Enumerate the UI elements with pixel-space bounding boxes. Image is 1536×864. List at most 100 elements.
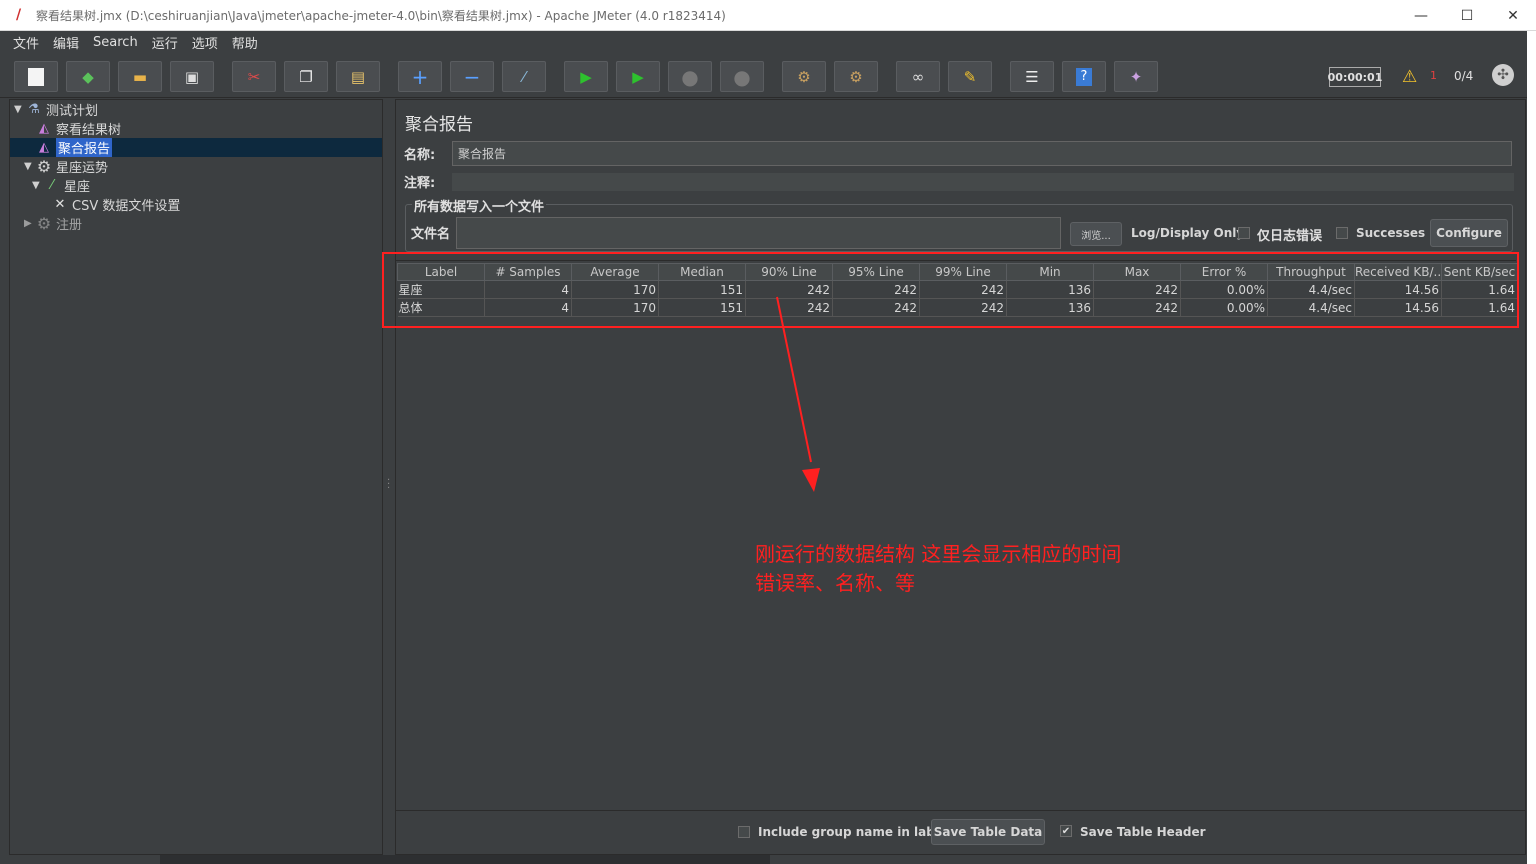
tree-item-view-results-tree[interactable]: ◭ 察看结果树 [36,119,121,138]
expanded-arrow-icon[interactable]: ▼ [32,180,44,191]
tree-item-csv-config[interactable]: ✕ CSV 数据文件设置 [52,195,181,214]
results-table-area: Label # Samples Average Median 90% Line … [396,260,1518,808]
errors-only-label: 仅日志错误 [1257,229,1323,244]
copy-icon: ❐ [299,67,313,86]
toggle-button[interactable]: ⁄ [502,61,546,92]
graph-icon: ◭ [39,121,49,136]
tree-item-aggregate-report[interactable]: ◭ 聚合报告 [36,138,113,157]
include-group-label: Include group name in label? [758,825,955,839]
warning-icon[interactable]: ⚠ [1402,67,1417,87]
filename-input[interactable] [456,217,1061,249]
window-frame-edge [1527,31,1536,864]
reset-search-icon: ✎ [963,67,977,86]
paste-button[interactable]: ▤ [336,61,380,92]
browse-button[interactable]: 浏览... [1070,222,1122,246]
expand-button[interactable]: + [398,61,442,92]
remote-icon: ✦ [1129,67,1143,86]
new-icon [28,67,44,86]
tree-item-thread-group[interactable]: ▼ ⚙ 星座运势 [24,157,108,176]
help-icon: ? [1076,67,1092,86]
templates-icon: ◆ [82,67,94,86]
configure-button[interactable]: Configure [1430,219,1508,247]
toggle-icon: ⁄ [522,67,526,86]
name-field[interactable]: 聚合报告 [452,141,1512,166]
save-table-data-button[interactable]: Save Table Data [931,819,1045,845]
paste-icon: ▤ [350,67,366,86]
clear-icon: ⚙ [797,67,811,86]
clear-all-button[interactable]: ⚙ [834,61,878,92]
stop-icon: ● [681,64,699,89]
open-icon: ▬ [132,67,148,86]
tree-item-label: CSV 数据文件设置 [72,199,181,214]
tree-item-label: 聚合报告 [56,138,113,157]
window-titlebar: / 察看结果树.jmx (D:\ceshiruanjian\Java\jmete… [0,0,1536,31]
close-button[interactable]: ✕ [1490,0,1536,31]
menu-bar: 文件 编辑 Search 运行 选项 帮助 [0,31,1527,53]
menu-edit[interactable]: 编辑 [53,33,79,52]
tree-item-label: 测试计划 [46,104,99,119]
remote-button[interactable]: ✦ [1114,61,1158,92]
new-button[interactable] [14,61,58,92]
start-no-pause-icon: ▶ [632,67,644,86]
filename-label: 文件名 [411,227,451,242]
window-title: 察看结果树.jmx (D:\ceshiruanjian\Java\jmeter\… [36,8,726,23]
templates-button[interactable]: ◆ [66,61,110,92]
warning-count: 1 [1430,69,1437,82]
start-no-pause-button[interactable]: ▶ [616,61,660,92]
successes-label: Successes [1356,226,1426,240]
minimize-button[interactable]: — [1398,0,1444,31]
help-button[interactable]: ? [1062,61,1106,92]
expanded-arrow-icon[interactable]: ▼ [24,161,36,172]
annotation-line-2: 错误率、名称、等 [755,571,915,595]
stop-button[interactable]: ● [668,61,712,92]
errors-only-checkbox[interactable] [1238,227,1250,239]
tree-item-label: 星座运势 [56,161,109,176]
active-threads: 0/4 [1454,69,1474,83]
pipette-icon: ⁄ [50,178,54,193]
write-to-file-group: 所有数据写入一个文件 文件名 浏览... Log/Display Only: 仅… [405,196,1513,252]
shutdown-button[interactable]: ● [720,61,764,92]
jmeter-feather-icon: / [16,7,22,23]
menu-run[interactable]: 运行 [152,33,178,52]
fileset-legend: 所有数据写入一个文件 [412,196,547,215]
panel-title: 聚合报告 [405,115,473,135]
save-table-header-label: Save Table Header [1080,825,1206,839]
split-pane-divider[interactable]: · · · [385,99,393,855]
gear-icon: ⚙ [36,157,52,176]
collapsed-arrow-icon[interactable]: ▶ [24,218,36,229]
maximize-button[interactable]: ☐ [1444,0,1490,31]
menu-options[interactable]: 选项 [192,33,218,52]
expand-icon: + [411,64,429,89]
cut-button[interactable]: ✂ [232,61,276,92]
search-button[interactable]: ∞ [896,61,940,92]
reset-search-button[interactable]: ✎ [948,61,992,92]
flask-icon: ⚗ [28,102,40,117]
table-options-bar: Include group name in label? Save Table … [396,810,1525,854]
function-helper-button[interactable]: ☰ [1010,61,1054,92]
name-label: 名称: [404,148,436,163]
successes-checkbox[interactable] [1336,227,1348,239]
checkmark-icon: ✔ [1061,825,1071,837]
save-button[interactable]: ▣ [170,61,214,92]
collapse-button[interactable]: − [450,61,494,92]
annotation-highlight-box [382,252,1519,328]
collapse-icon: − [463,64,481,89]
comment-field[interactable] [451,172,1514,191]
open-button[interactable]: ▬ [118,61,162,92]
save-table-header-checkbox[interactable]: ✔ [1060,825,1072,837]
start-icon: ▶ [580,67,592,86]
clear-button[interactable]: ⚙ [782,61,826,92]
include-group-checkbox[interactable] [738,826,750,838]
tree-item-register[interactable]: ▶ ⚙ 注册 [24,214,82,233]
tree-item-test-plan[interactable]: ▼ ⚗ 测试计划 [14,100,98,119]
remote-globe-icon[interactable]: ✣ [1492,64,1514,86]
menu-search[interactable]: Search [93,35,138,50]
copy-button[interactable]: ❐ [284,61,328,92]
tree-item-sampler[interactable]: ▼ ⁄ 星座 [32,176,90,195]
menu-file[interactable]: 文件 [13,33,39,52]
expanded-arrow-icon[interactable]: ▼ [14,104,26,115]
tree-item-label: 注册 [56,218,83,233]
start-button[interactable]: ▶ [564,61,608,92]
menu-help[interactable]: 帮助 [232,33,258,52]
function-helper-icon: ☰ [1025,67,1039,86]
